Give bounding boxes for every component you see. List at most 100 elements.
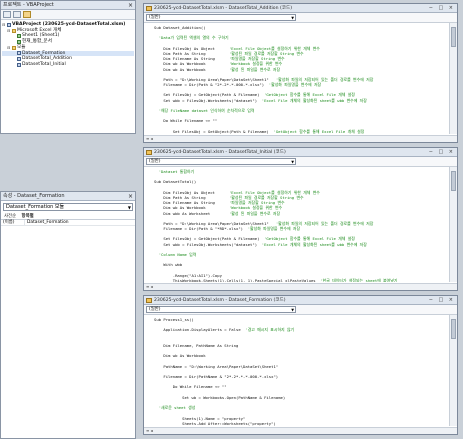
sheet-icon [17,39,21,44]
code-text: Sub DatasetTotal() [154,179,197,185]
code-text: Dim wb As Workbook [154,353,206,359]
horizontal-scrollbar[interactable]: ≡ ◂ [144,283,457,290]
close-icon[interactable]: × [128,192,133,200]
horizontal-scrollbar[interactable]: ≡ ◂ [144,427,457,434]
code-window-addition: 230625-ycd-DatasetTotal.xlsm - DatasetTo… [143,3,458,143]
object-select[interactable]: (일반) ▼ [146,14,296,21]
code-text: PathName = "D:\Working Area\Paper\DataSe… [154,363,279,369]
vertical-scrollbar[interactable] [449,167,457,282]
toggle-folders-button[interactable] [23,11,31,18]
code-window-title[interactable]: 230625-ycd-DatasetTotal.xlsm - DatasetTo… [144,4,457,13]
properties-tabs: 사전순 항목별 [1,213,135,220]
code-window-icon [146,6,152,11]
code-text: Sub Dataset_Addition() [154,25,206,30]
chevron-down-icon: ▼ [291,160,294,164]
tree-item-label: 현재_통합_문서 [22,39,52,45]
tree-item-label: DatasetTotal_Initial [22,61,66,67]
view-toggle-icon[interactable]: ≡ ◂ [146,136,153,141]
code-comment: '활성화 파일명을 변수에 저장 [268,82,322,88]
project-explorer: 프로젝트 - VBAProject × ⊟ VBAProject (230625-… [0,0,136,134]
code-window-selectors: (일반) ▼ [144,13,457,23]
project-toolbar [1,10,135,20]
code-comment: '새로운 sheet 생성 [158,405,196,411]
view-toggle-icon[interactable]: ≡ ◂ [146,428,153,433]
tree-item[interactable]: DatasetTotal_Initial [2,62,134,68]
view-toggle-icon[interactable]: ≡ ◂ [146,284,153,289]
horizontal-scrollbar[interactable]: ≡ ◂ [144,135,457,142]
scrollbar-thumb[interactable] [451,27,456,47]
code-editor[interactable]: Sub Dataset_Addition() 'Data가 입력된 엑셀의 열의… [144,23,449,134]
project-explorer-title: 프로젝트 - VBAProject × [1,1,135,10]
window-controls[interactable]: − □ × [429,148,455,156]
object-select-value: (일반) [149,307,161,312]
code-comment: '활성화 파일명을 변수에 저장 [247,226,301,232]
collapse-icon[interactable]: ⊟ [7,28,11,34]
code-window-title[interactable]: 230625-ycd-DatasetTotal.xlsm - DatasetTo… [144,148,457,157]
window-controls[interactable]: − □ × [429,296,455,304]
code-comment: '활성 된 파일을 변수로 저장 [228,66,281,72]
view-code-button[interactable] [3,11,11,18]
project-tree: ⊟ VBAProject (230625-ycd-DatasetTotal.xls… [1,20,135,70]
code-window-title-text: 230625-ycd-DatasetTotal.xlsm - DatasetTo… [154,6,293,11]
module-icon [17,51,21,56]
window-controls[interactable]: − □ × [429,4,455,12]
module-icon [17,57,21,62]
code-comment: 'GetObject 함수를 통해 Excel File 개체 설정 [273,128,365,134]
code-text: Dim wb As Workbook [154,66,229,72]
code-text: Application.DisplayAlerts = False [154,327,246,333]
collapse-icon[interactable]: ⊟ [2,22,6,28]
code-text: With wbb [154,262,183,268]
code-text: Filename = Dir(Path & "*RD*.xlsx") [154,226,248,232]
code-text: Set wbb = FilesObj.Worksheets("dataset") [154,97,262,103]
project-explorer-title-text: 프로젝트 - VBAProject [3,2,54,8]
view-object-button[interactable] [13,11,21,18]
vertical-scrollbar[interactable] [449,315,457,426]
tab-alphabetic[interactable]: 사전순 [4,214,16,219]
code-window-icon [146,150,152,155]
code-text: Set wb = Workbooks.Open(PathName & Filen… [154,394,286,400]
module-icon [7,22,11,27]
object-select[interactable]: (일반) ▼ [146,306,296,313]
object-select-value: (일반) [149,159,161,164]
code-comment: '경고 메시지 표시하지 않기 [245,327,295,333]
code-text: Do While Filename <> "" [154,384,227,390]
sheet-icon [17,34,21,39]
code-comment: 'Excel File 개체의 활성화된 sheet를 wbb 변수에 저장 [261,241,367,247]
chevron-down-icon: ▼ [291,308,294,312]
code-text: ThisWorkbook.Sheets(1).Cells(1, 1).Paste… [154,277,321,282]
code-window-title[interactable]: 230625-ycd-DatasetTotal.xlsm - Dataset_F… [144,296,457,305]
code-window-icon [146,298,152,303]
chevron-down-icon: ▼ [127,205,131,210]
code-text: Set wbb = FilesObj.Worksheets("dataset") [154,241,262,247]
code-editor[interactable]: Sub Process1_ss() Application.DisplayAle… [144,315,449,426]
folder-icon [12,45,16,50]
scrollbar-thumb[interactable] [451,319,456,339]
tab-categorized[interactable]: 항목별 [22,214,34,219]
code-window-formation: 230625-ycd-DatasetTotal.xlsm - Dataset_F… [143,295,458,435]
code-comment: '한글 데이터가 설정되는 sheet에 붙여넣기 [320,277,398,282]
code-comment: '해당 FileName dataset 인식하여 순차적으로 입력 [158,108,255,113]
module-icon [17,62,21,67]
code-text: Dim wbb As Worksheet [154,210,229,216]
property-value[interactable]: Dataset_Formation [25,220,69,225]
code-comment: '활성 된 파일을 변수로 저장 [228,210,281,216]
code-text: Sub Process1_ss() [154,317,194,322]
property-key: (이름) [1,220,25,225]
close-icon[interactable]: × [128,1,133,9]
code-comment: 'Column Name 입력 [158,252,197,257]
code-editor[interactable]: 'Dataset 통합하기 Sub DatasetTotal() Dim File… [144,167,449,282]
collapse-icon[interactable]: ⊟ [7,45,11,51]
object-select-value: (일반) [149,15,161,20]
vba-editor: 프로젝트 - VBAProject × ⊟ VBAProject (230625-… [0,0,463,439]
chevron-down-icon: ▼ [291,16,294,20]
code-line: ThisWorkbook.Sheets(1).Cells(1, 1).Paste… [154,278,449,282]
code-window-initial: 230625-ycd-DatasetTotal.xlsm - DatasetTo… [143,147,458,291]
property-row[interactable]: (이름) Dataset_Formation [1,220,135,226]
code-comment: 'Excel File 개체의 활성화된 sheet를 wbb 변수에 저장 [261,97,367,103]
properties-object-select[interactable]: Dataset_Formation 모듈 ▼ [3,203,133,211]
code-comment: 'Dataset 통합하기 [158,169,195,174]
code-window-title-text: 230625-ycd-DatasetTotal.xlsm - DatasetTo… [154,150,286,155]
vertical-scrollbar[interactable] [449,23,457,134]
scrollbar-thumb[interactable] [451,171,456,191]
object-select[interactable]: (일반) ▼ [146,158,296,165]
